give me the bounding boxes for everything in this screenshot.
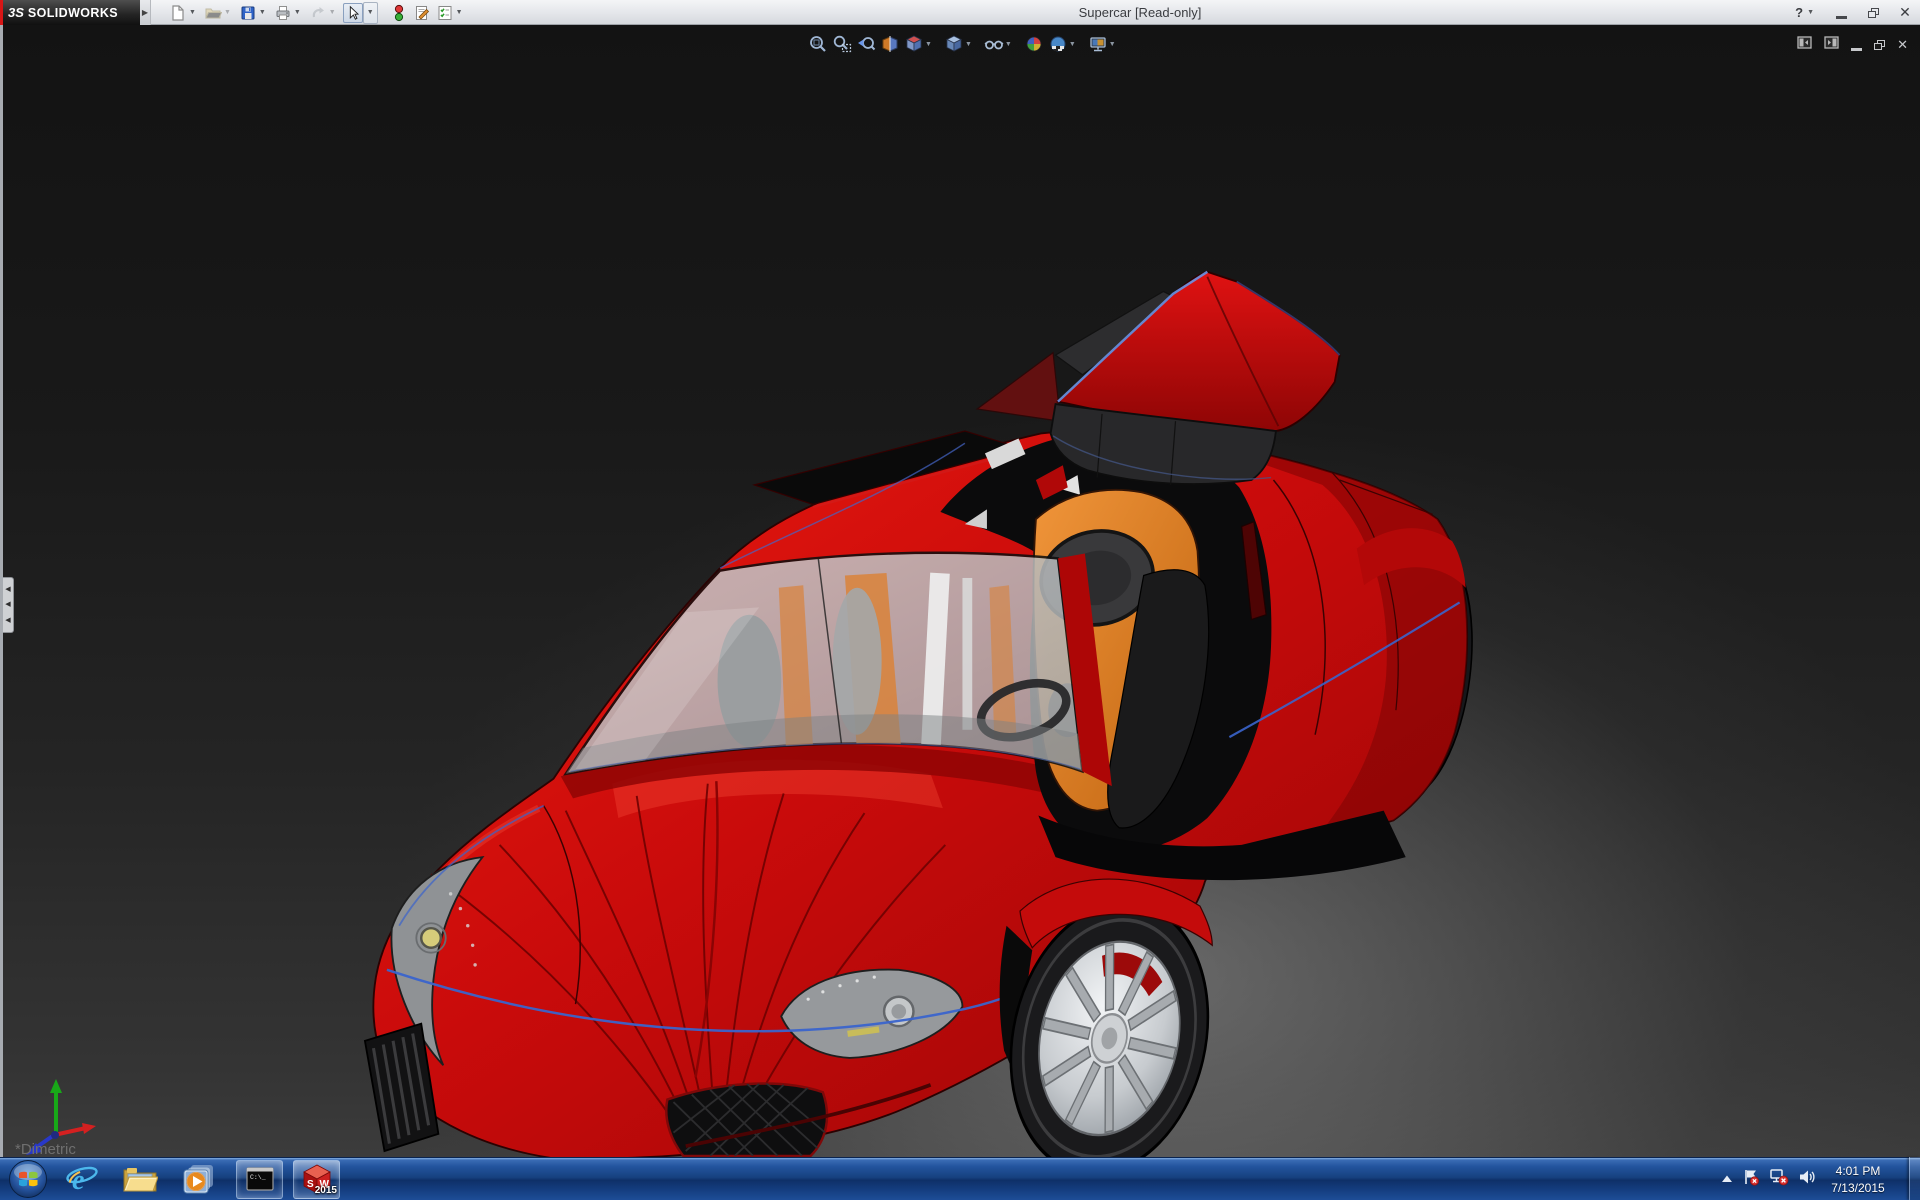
dropdown-arrow-icon[interactable]: ▼ (362, 1, 378, 24)
undo-button[interactable]: ▼ (308, 3, 340, 23)
hide-show-items-icon[interactable]: ▼ (984, 34, 1015, 54)
section-view-icon[interactable] (880, 34, 900, 54)
select-cursor-icon (342, 2, 363, 23)
dropdown-arrow-icon[interactable]: ▼ (259, 9, 266, 16)
save-icon (238, 3, 258, 23)
folder-icon (123, 1168, 158, 1192)
dropdown-arrow-icon[interactable]: ▼ (925, 41, 932, 48)
restore-icon[interactable] (1874, 40, 1886, 50)
network-disconnected-icon[interactable] (1769, 1168, 1789, 1191)
action-center-flag-icon[interactable] (1742, 1168, 1760, 1191)
chevron-left-icon: ◀ (5, 616, 11, 624)
logo-accent (0, 0, 3, 25)
close-icon[interactable]: ✕ (1897, 37, 1908, 53)
headsup-view-toolbar: ▼ ▼ ▼ ▼ ▼ (806, 31, 1121, 57)
minimize-icon[interactable] (1832, 3, 1850, 23)
apply-scene-icon[interactable]: ▼ (1048, 34, 1079, 54)
media-player-button[interactable] (178, 1159, 218, 1199)
zoom-to-area-icon[interactable] (832, 34, 852, 54)
start-button[interactable] (8, 1159, 48, 1199)
window-title: Supercar [Read-only] (1078, 5, 1202, 20)
save-button[interactable]: ▼ (238, 3, 270, 23)
brand-name: SOLIDWORKS (27, 5, 119, 20)
internet-explorer-icon: e (66, 1165, 98, 1196)
options-checklist-icon (435, 3, 455, 23)
options-button[interactable]: ▼ (435, 3, 467, 23)
taskbar-clock[interactable]: 4:01 PM 7/13/2015 (1825, 1163, 1891, 1195)
taskbar: e C:\_ S W 2015 4:01 PM 7/13/2015 (0, 1157, 1920, 1200)
dropdown-arrow-icon[interactable]: ▼ (456, 9, 463, 16)
logo-mark: 3S (8, 5, 24, 20)
view-orientation-icon[interactable]: ▼ (904, 34, 935, 54)
solidworks-window: ▼ ▼ ▼ ▼ ▼ ✕ ◀ ◀ ◀ *Dimetric 3S SOLIDWORK… (0, 0, 1920, 1200)
view-orientation-label: *Dimetric (15, 1141, 76, 1157)
rebuild-traffic-light-icon (389, 3, 409, 23)
command-prompt-label: C:\_ (250, 1173, 266, 1181)
solidworks-logo: 3S SOLIDWORKS (0, 0, 140, 25)
media-player-icon (183, 1165, 213, 1194)
title-bar[interactable]: 3S SOLIDWORKS ▶ ▼ ▼ ▼ ▼ ▼ ▼ ▼ Supercar [… (0, 0, 1920, 25)
window-controls: ? ▼ ✕ (1795, 0, 1914, 25)
open-folder-icon (203, 3, 223, 23)
solidworks-version-badge: 2015 (314, 1184, 337, 1196)
volume-icon[interactable] (1798, 1168, 1816, 1191)
svg-text:S: S (307, 1179, 314, 1190)
show-desktop-button[interactable] (1909, 1157, 1920, 1200)
file-properties-button[interactable] (412, 3, 432, 23)
dropdown-arrow-icon[interactable]: ▼ (1109, 41, 1116, 48)
file-properties-icon (412, 3, 432, 23)
collapse-pane-left-icon[interactable] (1797, 35, 1812, 55)
view-settings-icon[interactable]: ▼ (1088, 34, 1119, 54)
windows-orb-icon (9, 1160, 47, 1198)
windows-explorer-button[interactable] (120, 1159, 160, 1199)
internet-explorer-button[interactable]: e (62, 1159, 102, 1199)
minimize-icon[interactable] (1851, 47, 1863, 51)
chevron-left-icon: ◀ (5, 586, 11, 594)
restore-icon[interactable] (1864, 3, 1882, 23)
collapse-pane-right-icon[interactable] (1824, 35, 1839, 55)
new-document-icon (168, 3, 188, 23)
feature-pane-handle[interactable]: ◀ ◀ ◀ (3, 577, 14, 633)
dropdown-arrow-icon[interactable]: ▼ (224, 9, 231, 16)
select-tool-button[interactable]: ▼ (342, 1, 378, 24)
solidworks-2015-button[interactable]: S W 2015 (293, 1159, 340, 1199)
clock-time: 4:01 PM (1835, 1164, 1881, 1179)
rebuild-button[interactable] (389, 3, 409, 23)
open-button[interactable]: ▼ (203, 3, 235, 23)
previous-view-icon[interactable] (856, 34, 876, 54)
dropdown-arrow-icon[interactable]: ▼ (294, 9, 301, 16)
print-button[interactable]: ▼ (273, 3, 305, 23)
command-prompt-button[interactable]: C:\_ (236, 1159, 283, 1199)
dropdown-arrow-icon[interactable]: ▼ (189, 9, 196, 16)
dropdown-arrow-icon[interactable]: ▼ (329, 9, 336, 16)
front-wheel (999, 878, 1213, 1157)
close-icon[interactable]: ✕ (1896, 3, 1914, 23)
edit-appearance-icon[interactable] (1024, 34, 1044, 54)
supercar-3d-model[interactable] (0, 25, 1920, 1157)
print-icon (273, 3, 293, 23)
menu-bar-toolbar: ▼ ▼ ▼ ▼ ▼ ▼ ▼ (168, 1, 470, 24)
clock-date: 7/13/2015 (1831, 1180, 1885, 1195)
dropdown-arrow-icon[interactable]: ▼ (1005, 41, 1012, 48)
dropdown-arrow-icon[interactable]: ▼ (1069, 41, 1076, 48)
graphics-viewport[interactable]: ▼ ▼ ▼ ▼ ▼ ✕ ◀ ◀ ◀ *Dimetric (0, 25, 1920, 1157)
zoom-to-fit-icon[interactable] (808, 34, 828, 54)
dropdown-arrow-icon[interactable]: ▼ (1807, 9, 1814, 16)
help-icon[interactable]: ? (1795, 5, 1803, 20)
undo-icon (308, 3, 328, 23)
show-hidden-icons-icon[interactable] (1721, 1171, 1733, 1189)
menu-expand-arrow-icon[interactable]: ▶ (140, 0, 151, 25)
chevron-left-icon: ◀ (5, 601, 11, 609)
new-document-button[interactable]: ▼ (168, 3, 200, 23)
dropdown-arrow-icon[interactable]: ▼ (965, 41, 972, 48)
system-tray: 4:01 PM 7/13/2015 (1721, 1158, 1908, 1200)
display-style-icon[interactable]: ▼ (944, 34, 975, 54)
document-window-controls: ✕ (1797, 35, 1908, 55)
